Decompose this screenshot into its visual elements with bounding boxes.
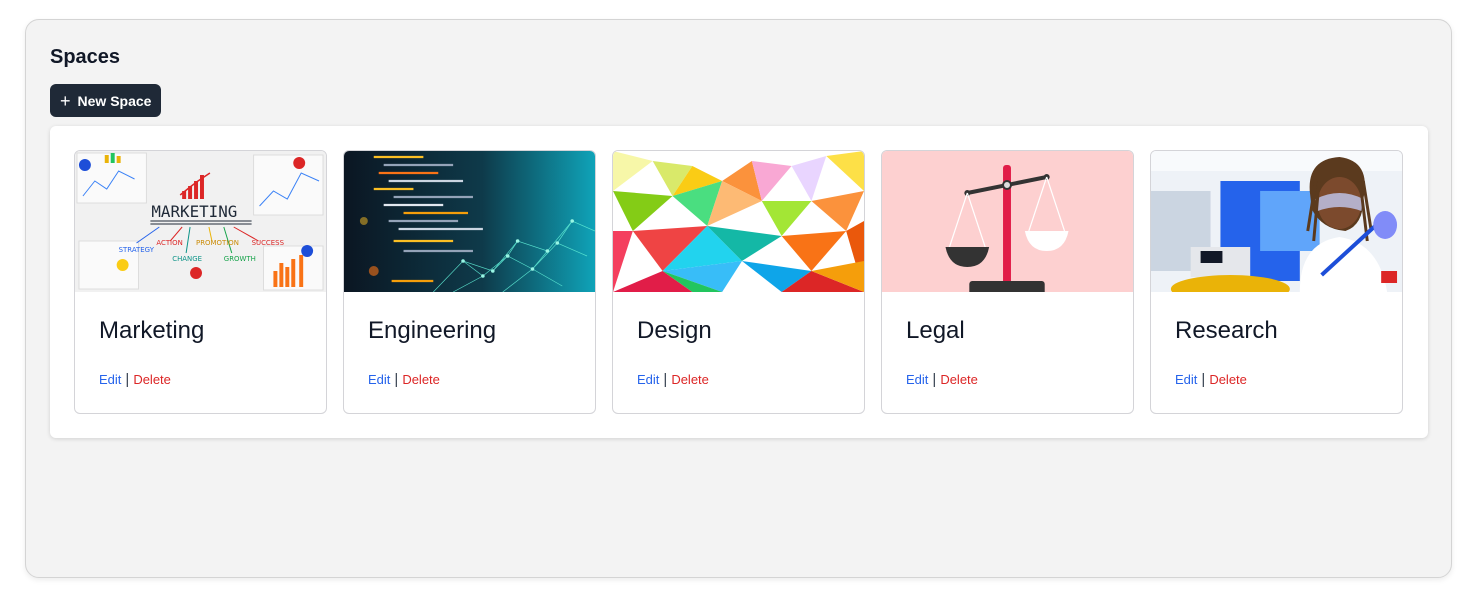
space-card-title: Engineering — [368, 317, 497, 344]
svg-text:STRATEGY: STRATEGY — [119, 246, 155, 254]
lab-scientist-image — [1151, 151, 1402, 292]
marketing-whiteboard-image: MARKETING STRATEGY ACTION PROMOTION SUCC… — [75, 151, 326, 292]
edit-link[interactable]: Edit — [99, 372, 121, 387]
svg-text:CHANGE: CHANGE — [172, 255, 202, 263]
space-card[interactable]: Engineering Edit | Delete — [343, 150, 596, 414]
svg-text:GROWTH: GROWTH — [224, 255, 256, 263]
space-card-actions: Edit | Delete — [368, 371, 440, 388]
delete-link[interactable]: Delete — [940, 372, 978, 387]
code-network-image — [344, 151, 595, 292]
polygon-art-image — [613, 151, 864, 292]
plus-icon: + — [60, 90, 71, 111]
edit-link[interactable]: Edit — [1175, 372, 1197, 387]
delete-link[interactable]: Delete — [1209, 372, 1247, 387]
space-card-actions: Edit | Delete — [637, 371, 709, 388]
new-space-button[interactable]: + New Space — [50, 84, 162, 117]
action-separator: | — [932, 371, 937, 388]
space-card-actions: Edit | Delete — [1175, 371, 1247, 388]
svg-text:SUCCESS: SUCCESS — [252, 239, 285, 247]
space-card-actions: Edit | Delete — [906, 371, 978, 388]
space-card[interactable]: Design Edit | Delete — [612, 150, 865, 414]
spaces-container: Spaces + New Space MARKETING STRATEGY AC… — [25, 19, 1452, 578]
svg-text:PROMOTION: PROMOTION — [196, 239, 239, 247]
scales-of-justice-image — [882, 151, 1133, 292]
space-card-title: Research — [1175, 317, 1278, 344]
space-card-title: Marketing — [99, 317, 205, 344]
space-card-title: Legal — [906, 317, 965, 344]
delete-link[interactable]: Delete — [671, 372, 709, 387]
spaces-panel: MARKETING STRATEGY ACTION PROMOTION SUCC… — [50, 126, 1428, 438]
space-card[interactable]: MARKETING STRATEGY ACTION PROMOTION SUCC… — [74, 150, 327, 414]
svg-text:MARKETING: MARKETING — [151, 202, 237, 221]
page-title: Spaces — [50, 46, 121, 68]
action-separator: | — [1201, 371, 1206, 388]
space-card[interactable]: Research Edit | Delete — [1150, 150, 1403, 414]
action-separator: | — [663, 371, 668, 388]
new-space-label: New Space — [77, 92, 152, 109]
action-separator: | — [125, 371, 130, 388]
edit-link[interactable]: Edit — [906, 372, 928, 387]
edit-link[interactable]: Edit — [368, 372, 390, 387]
space-card-actions: Edit | Delete — [99, 371, 171, 388]
delete-link[interactable]: Delete — [402, 372, 440, 387]
space-card[interactable]: Legal Edit | Delete — [881, 150, 1134, 414]
action-separator: | — [394, 371, 399, 388]
edit-link[interactable]: Edit — [637, 372, 659, 387]
space-card-list: MARKETING STRATEGY ACTION PROMOTION SUCC… — [74, 150, 1403, 414]
svg-text:ACTION: ACTION — [156, 239, 182, 247]
space-card-title: Design — [637, 317, 712, 344]
delete-link[interactable]: Delete — [133, 372, 171, 387]
